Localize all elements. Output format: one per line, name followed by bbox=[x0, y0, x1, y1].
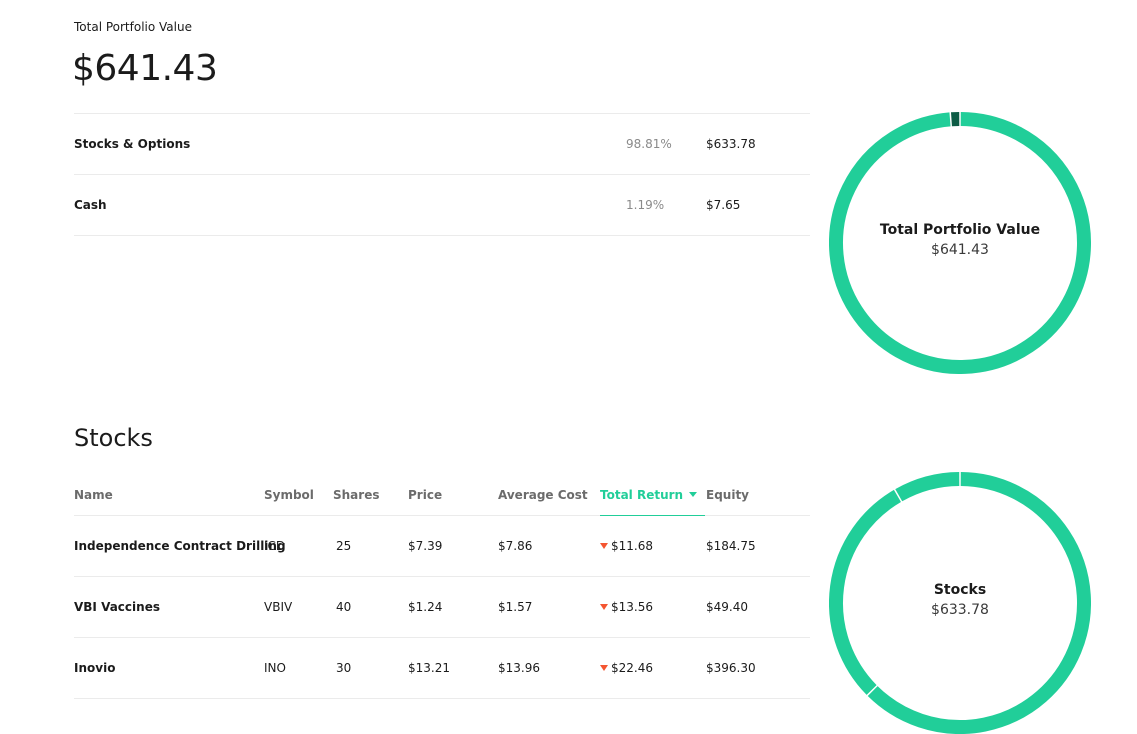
down-arrow-icon bbox=[600, 665, 608, 671]
stock-price: $13.21 bbox=[408, 661, 450, 675]
allocation-amount-cash: $7.65 bbox=[706, 198, 740, 212]
portfolio-donut-value: $641.43 bbox=[829, 240, 1091, 260]
allocation-name-cash: Cash bbox=[74, 198, 107, 212]
stock-average-cost: $13.96 bbox=[498, 661, 540, 675]
divider bbox=[74, 637, 810, 638]
stock-average-cost: $1.57 bbox=[498, 600, 532, 614]
stock-equity: $49.40 bbox=[706, 600, 748, 614]
column-header-average-cost[interactable]: Average Cost bbox=[498, 488, 588, 502]
stock-equity: $396.30 bbox=[706, 661, 756, 675]
stock-total-return-value: $13.56 bbox=[611, 600, 653, 614]
column-header-shares[interactable]: Shares bbox=[333, 488, 379, 502]
divider bbox=[74, 174, 810, 175]
stocks-section-title: Stocks bbox=[74, 424, 153, 452]
allocation-amount-stocks-options: $633.78 bbox=[706, 137, 756, 151]
allocation-percent-stocks-options: 98.81% bbox=[626, 137, 672, 151]
portfolio-donut-title: Total Portfolio Value bbox=[829, 220, 1091, 240]
stock-price: $1.24 bbox=[408, 600, 442, 614]
portfolio-donut-chart[interactable]: Total Portfolio Value $641.43 bbox=[829, 112, 1091, 374]
stocks-donut-segment-2[interactable] bbox=[899, 479, 960, 495]
active-column-underline bbox=[600, 515, 705, 516]
allocation-name-stocks-options: Stocks & Options bbox=[74, 137, 190, 151]
stock-symbol: INO bbox=[264, 661, 286, 675]
stock-shares: 30 bbox=[336, 661, 351, 675]
stock-total-return: $22.46 bbox=[600, 661, 653, 675]
stock-total-return: $11.68 bbox=[600, 539, 653, 553]
stock-name[interactable]: Inovio bbox=[74, 661, 115, 675]
total-portfolio-value-label: Total Portfolio Value bbox=[74, 20, 192, 34]
stock-shares: 25 bbox=[336, 539, 351, 553]
divider bbox=[74, 235, 810, 236]
column-header-equity[interactable]: Equity bbox=[706, 488, 749, 502]
divider bbox=[74, 113, 810, 114]
allocation-percent-cash: 1.19% bbox=[626, 198, 664, 212]
stocks-donut-value: $633.78 bbox=[829, 600, 1091, 620]
stock-symbol: VBIV bbox=[264, 600, 292, 614]
down-arrow-icon bbox=[600, 543, 608, 549]
stock-symbol: ICD bbox=[264, 539, 285, 553]
sort-down-icon bbox=[689, 492, 697, 497]
stocks-donut-title: Stocks bbox=[829, 580, 1091, 600]
divider bbox=[74, 576, 810, 577]
stocks-donut-center: Stocks $633.78 bbox=[829, 580, 1091, 620]
stock-total-return: $13.56 bbox=[600, 600, 653, 614]
stock-average-cost: $7.86 bbox=[498, 539, 532, 553]
column-header-name[interactable]: Name bbox=[74, 488, 113, 502]
portfolio-donut-center: Total Portfolio Value $641.43 bbox=[829, 220, 1091, 260]
divider bbox=[74, 698, 810, 699]
stock-total-return-value: $11.68 bbox=[611, 539, 653, 553]
stock-price: $7.39 bbox=[408, 539, 442, 553]
stock-total-return-value: $22.46 bbox=[611, 661, 653, 675]
stocks-donut-chart[interactable]: Stocks $633.78 bbox=[829, 472, 1091, 734]
total-portfolio-value-amount: $641.43 bbox=[72, 48, 217, 89]
down-arrow-icon bbox=[600, 604, 608, 610]
stock-shares: 40 bbox=[336, 600, 351, 614]
column-header-symbol[interactable]: Symbol bbox=[264, 488, 314, 502]
stock-name[interactable]: VBI Vaccines bbox=[74, 600, 160, 614]
column-header-total-return[interactable]: Total Return bbox=[600, 488, 697, 502]
stock-name[interactable]: Independence Contract Drilling bbox=[74, 539, 286, 553]
column-header-total-return-label: Total Return bbox=[600, 488, 683, 502]
column-header-price[interactable]: Price bbox=[408, 488, 442, 502]
stock-equity: $184.75 bbox=[706, 539, 756, 553]
